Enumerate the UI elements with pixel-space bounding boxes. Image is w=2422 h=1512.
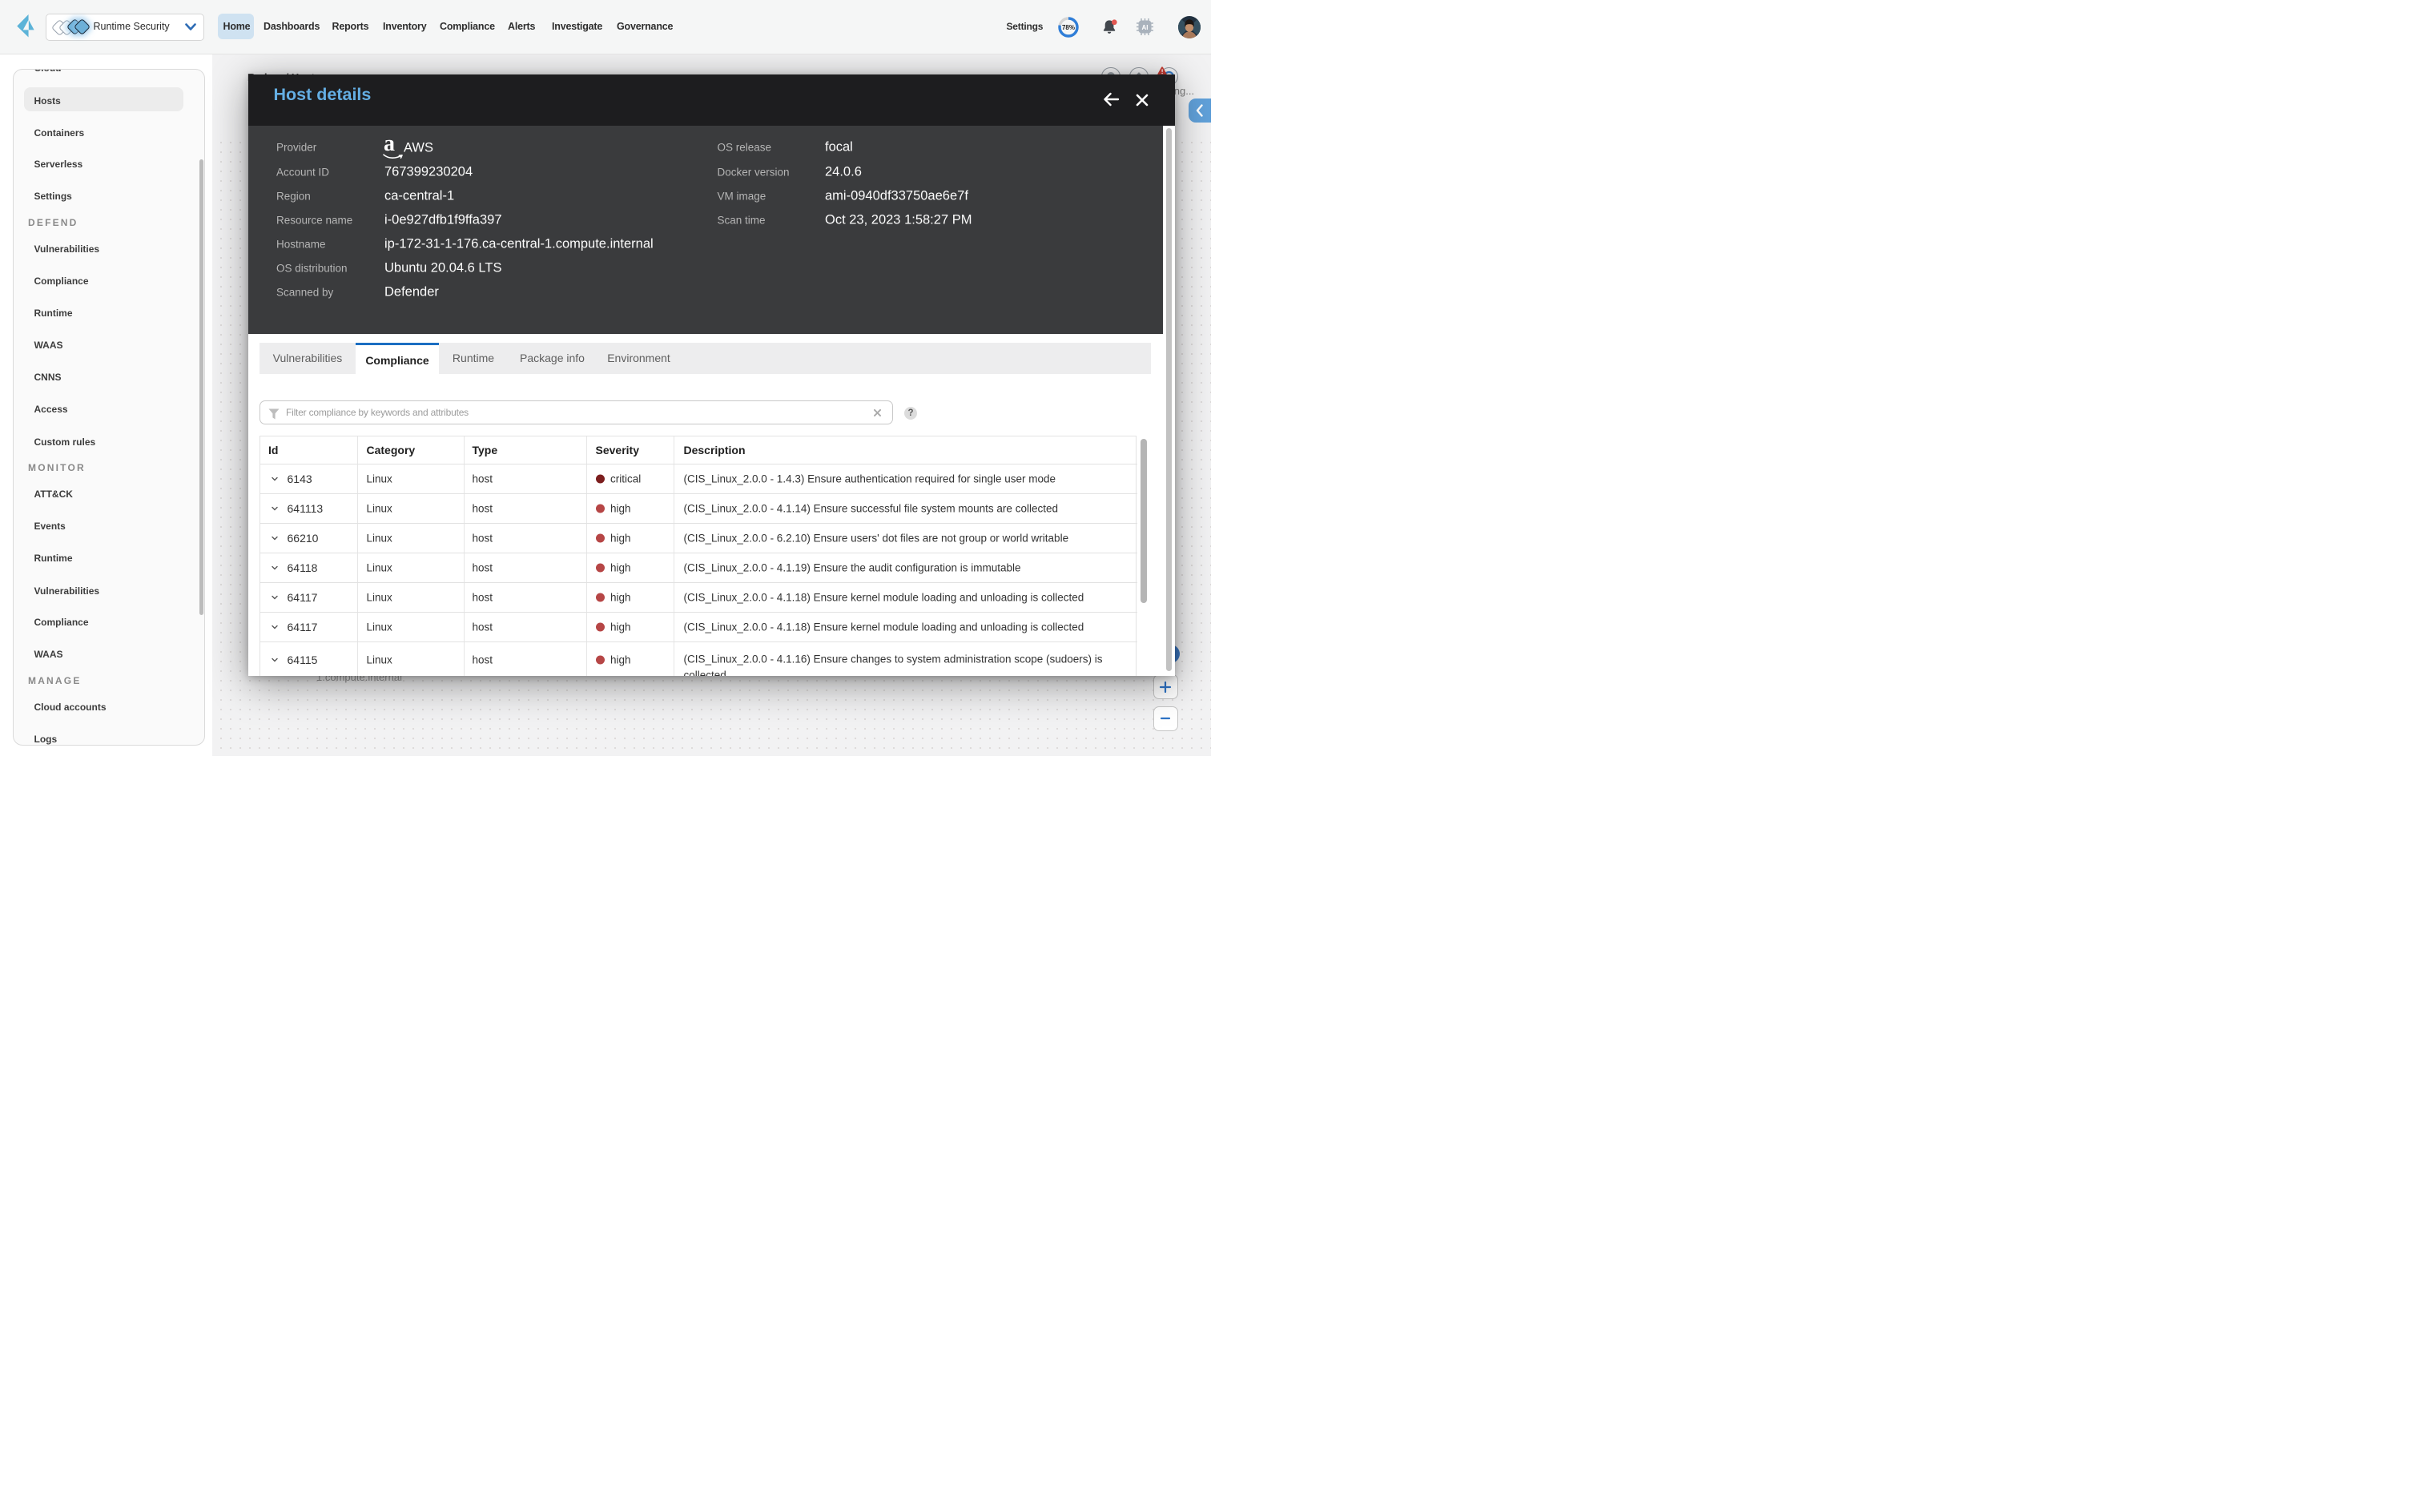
svg-text:78%: 78% — [1062, 24, 1075, 31]
svg-text:AI: AI — [1142, 24, 1149, 31]
